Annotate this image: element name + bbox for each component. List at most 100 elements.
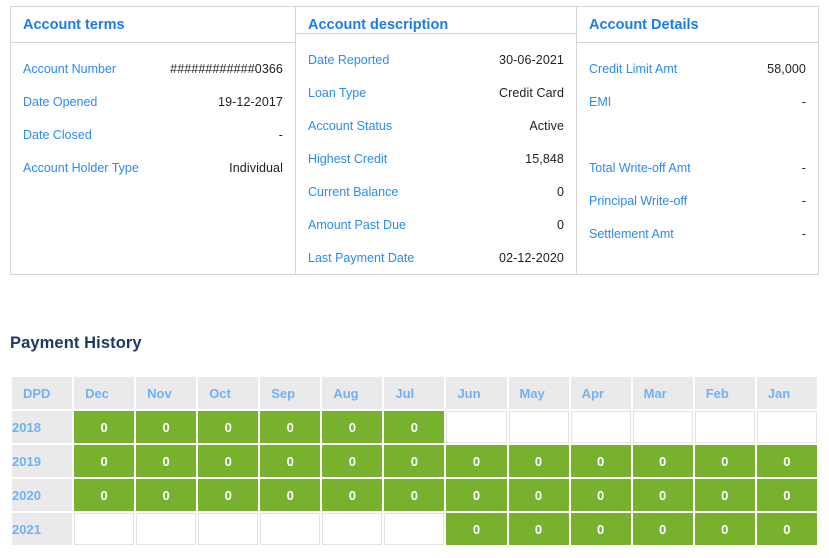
info-label: Principal Write-off (589, 193, 688, 208)
info-label: Date Closed (23, 127, 92, 142)
column-header-mar: Mar (632, 377, 693, 409)
info-label: EMI (589, 94, 612, 109)
info-row: Highest Credit 15,848 (296, 142, 576, 175)
info-label: Current Balance (308, 184, 399, 199)
column-header-feb: Feb (694, 377, 755, 409)
dpd-cell: 0 (446, 513, 507, 545)
dpd-cell: 0 (322, 445, 383, 477)
table-row: 2020 0 0 0 0 0 0 0 0 0 0 0 0 (12, 479, 817, 511)
dpd-cell: 0 (570, 479, 631, 511)
column-header-nov: Nov (136, 377, 197, 409)
info-label: Date Reported (308, 52, 390, 67)
year-label-cell: 2019 (12, 445, 73, 477)
info-label: Loan Type (308, 85, 367, 100)
info-label: Settlement Amt (589, 226, 674, 241)
account-terms-title: Account terms (11, 7, 295, 43)
dpd-cell: 0 (632, 445, 693, 477)
dpd-cell (694, 411, 755, 443)
dpd-cell: 0 (508, 513, 569, 545)
info-value: ############0366 (170, 61, 283, 76)
account-details-rows: Credit Limit Amt 58,000 EMI - Total Writ… (577, 43, 818, 250)
info-value: Credit Card (498, 85, 564, 100)
info-value: 0 (556, 184, 564, 199)
dpd-cell: 0 (570, 445, 631, 477)
dpd-cell: 0 (694, 445, 755, 477)
info-value: 19-12-2017 (218, 94, 283, 109)
payment-history-body: 2018 0 0 0 0 0 0 2019 0 0 0 0 0 0 0 0 0 0 0 0 2020 0 0 0 0 0 0 0 0 0 0… (12, 411, 817, 545)
dpd-cell: 0 (136, 445, 197, 477)
account-details-title: Account Details (577, 7, 818, 43)
info-row: Date Closed - (11, 118, 295, 151)
account-info-card: Account terms Account Number ###########… (10, 6, 819, 275)
dpd-cell: 0 (74, 411, 135, 443)
account-details-column: Account Details Credit Limit Amt 58,000 … (577, 7, 818, 274)
info-value: - (801, 94, 806, 109)
info-row: Settlement Amt - (577, 217, 818, 250)
dpd-cell (136, 513, 197, 545)
dpd-cell: 0 (632, 513, 693, 545)
info-row: Date Reported 30-06-2021 (296, 43, 576, 76)
dpd-cell: 0 (198, 445, 259, 477)
table-row: 2018 0 0 0 0 0 0 (12, 411, 817, 443)
account-description-title: Account description (296, 7, 576, 34)
info-label: Highest Credit (308, 151, 388, 166)
info-row: Current Balance 0 (296, 175, 576, 208)
dpd-cell (198, 513, 259, 545)
dpd-cell: 0 (260, 445, 321, 477)
table-row: 2019 0 0 0 0 0 0 0 0 0 0 0 0 (12, 445, 817, 477)
dpd-cell: 0 (136, 411, 197, 443)
column-header-may: May (508, 377, 569, 409)
info-row: Account Status Active (296, 109, 576, 142)
dpd-cell: 0 (384, 411, 445, 443)
dpd-cell: 0 (198, 479, 259, 511)
info-value: 15,848 (525, 151, 564, 166)
dpd-cell (322, 513, 383, 545)
info-label: Account Number (23, 61, 117, 76)
info-value: 0 (556, 217, 564, 232)
column-header-dec: Dec (74, 377, 135, 409)
dpd-cell: 0 (260, 411, 321, 443)
info-label: Account Status (308, 118, 393, 133)
info-value: 58,000 (767, 61, 806, 76)
table-header-row: DPD Dec Nov Oct Sep Aug Jul Jun May Apr … (12, 377, 817, 409)
dpd-cell: 0 (756, 479, 817, 511)
info-label: Last Payment Date (308, 250, 415, 265)
dpd-cell: 0 (570, 513, 631, 545)
info-value: - (801, 193, 806, 208)
payment-history-header: DPD Dec Nov Oct Sep Aug Jul Jun May Apr … (12, 377, 817, 409)
dpd-cell: 0 (694, 479, 755, 511)
dpd-cell: 0 (756, 445, 817, 477)
dpd-cell: 0 (694, 513, 755, 545)
dpd-cell: 0 (136, 479, 197, 511)
dpd-cell: 0 (508, 479, 569, 511)
column-header-jul: Jul (384, 377, 445, 409)
column-header-aug: Aug (322, 377, 383, 409)
info-label: Account Holder Type (23, 160, 139, 175)
dpd-cell (446, 411, 507, 443)
payment-history-title: Payment History (10, 334, 142, 352)
info-row: Principal Write-off - (577, 184, 818, 217)
year-label-cell: 2018 (12, 411, 73, 443)
column-header-oct: Oct (198, 377, 259, 409)
info-value: - (278, 127, 283, 142)
table-row: 2021 0 0 0 0 0 0 (12, 513, 817, 545)
info-value: Active (529, 118, 564, 133)
dpd-cell: 0 (384, 445, 445, 477)
year-label-cell: 2020 (12, 479, 73, 511)
info-label: Total Write-off Amt (589, 160, 691, 175)
info-row: Account Holder Type Individual (11, 151, 295, 184)
dpd-cell (260, 513, 321, 545)
info-value: Individual (229, 160, 283, 175)
column-header-sep: Sep (260, 377, 321, 409)
dpd-cell: 0 (74, 479, 135, 511)
info-row: Account Number ############0366 (11, 52, 295, 85)
dpd-cell: 0 (198, 411, 259, 443)
info-row: Loan Type Credit Card (296, 76, 576, 109)
dpd-cell: 0 (322, 411, 383, 443)
info-value: - (801, 160, 806, 175)
info-value: 30-06-2021 (499, 52, 564, 67)
column-header-apr: Apr (570, 377, 631, 409)
info-label: Credit Limit Amt (589, 61, 678, 76)
account-description-column: Account description Date Reported 30-06-… (296, 7, 577, 274)
dpd-cell: 0 (446, 479, 507, 511)
